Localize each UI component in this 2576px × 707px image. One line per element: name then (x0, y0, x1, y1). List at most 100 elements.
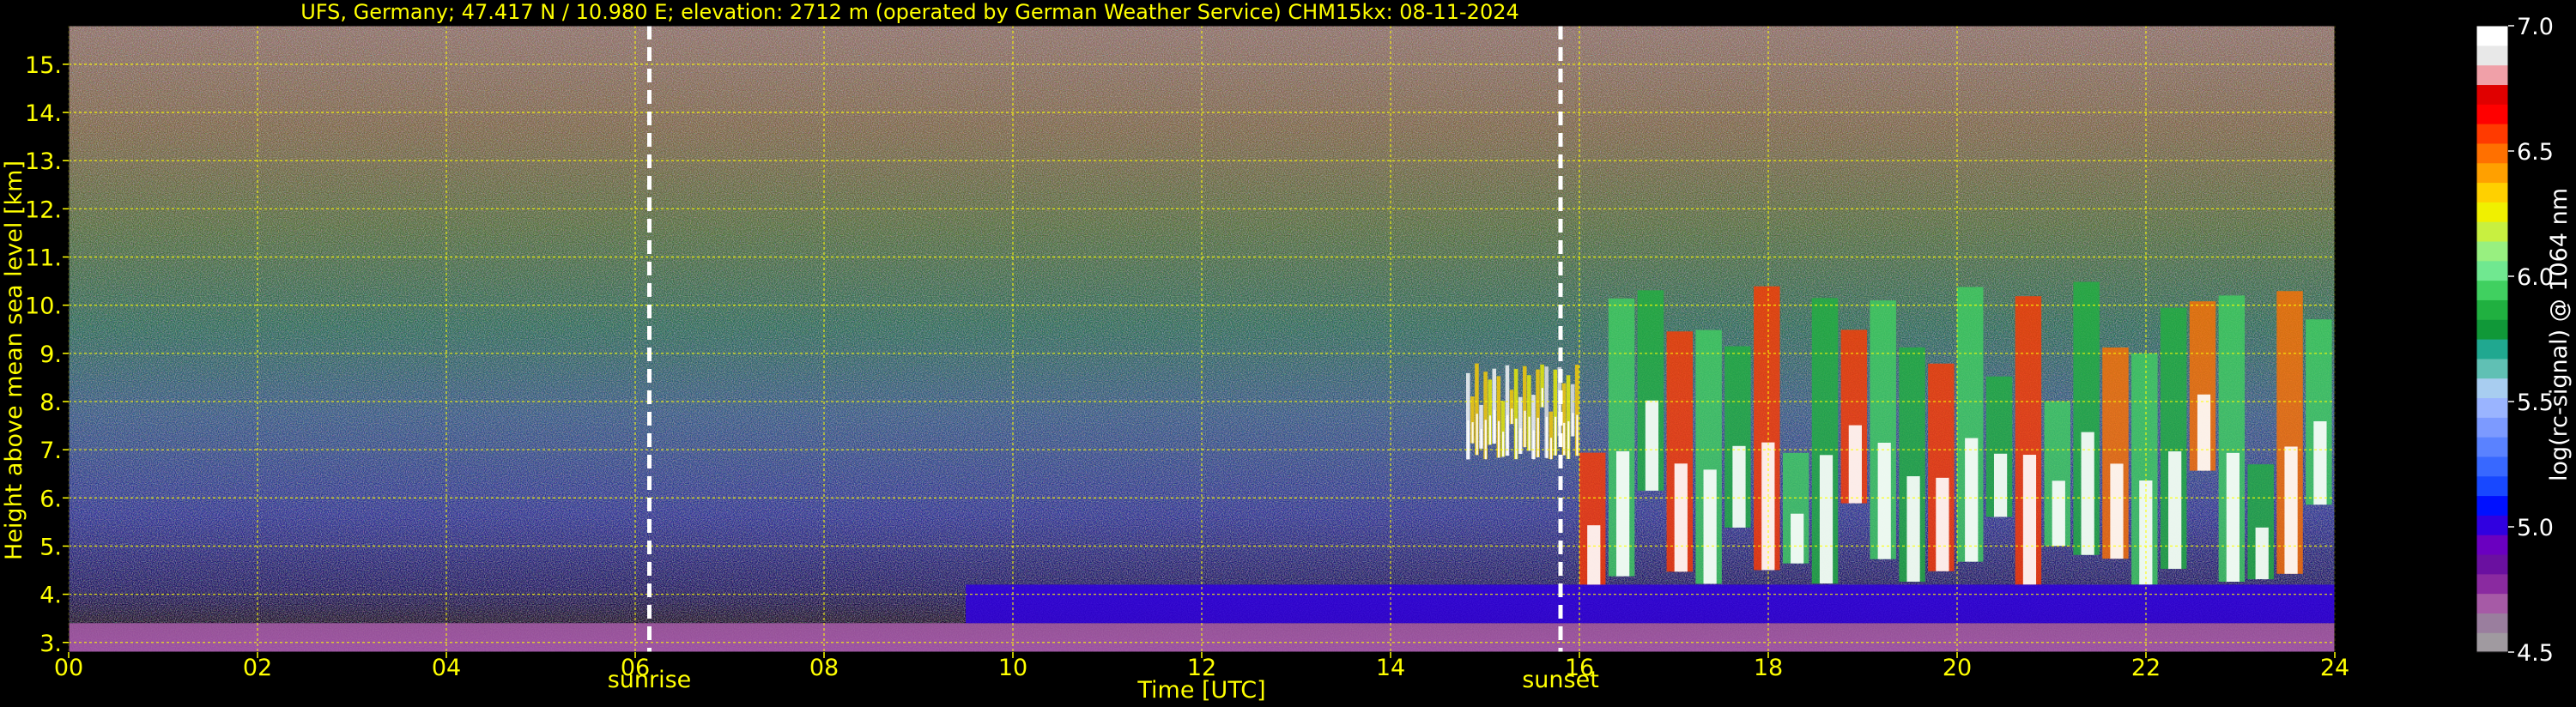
colorbar-swatch (2476, 358, 2508, 379)
colorbar-swatch (2476, 202, 2508, 222)
cloud-core (1674, 463, 1688, 572)
colorbar-swatch (2476, 339, 2508, 360)
colorbar-swatch (2476, 299, 2508, 320)
colorbar-swatch (2476, 280, 2508, 300)
colorbar-tick-label: 7.0 (2517, 14, 2554, 40)
x-tick-label: 02 (243, 655, 272, 681)
cloud-core (2081, 432, 2094, 555)
x-tick-label: 22 (2131, 655, 2161, 681)
cloud-core (1537, 417, 1539, 457)
cloud-core (1819, 455, 1834, 584)
colorbar-label: log(rc-signal) @ 1064 nm (2546, 188, 2573, 481)
cloud-core (1587, 525, 1601, 585)
y-tick-label: 9. (39, 341, 62, 368)
colorbar-tick-label: 5.0 (2517, 515, 2554, 541)
cloud-core (1501, 432, 1505, 457)
cloud-core (1545, 416, 1549, 458)
colorbar-tick-label: 6.5 (2517, 139, 2554, 166)
lidar-chart: sunrise sunset 00 02 04 06 08 10 12 14 16 18 20 22 24… (1, 0, 2573, 704)
colorbar-swatch (2476, 573, 2508, 595)
colorbar-swatch (2476, 632, 2508, 653)
colorbar-swatch (2476, 475, 2508, 497)
y-axis-label: Height above mean sea level [km] (1, 160, 27, 560)
cloud-core (1541, 388, 1543, 408)
cloud-core (1554, 416, 1557, 456)
cloud-core (1615, 450, 1630, 577)
cloud-core (1936, 477, 1949, 571)
colorbar-swatch (2476, 26, 2508, 46)
colorbar-swatch (2476, 221, 2508, 242)
y-tick-label: 4. (39, 583, 62, 609)
cloud-core (1965, 438, 1979, 562)
x-tick-label: 06 (621, 655, 650, 681)
colorbar-swatch (2476, 45, 2508, 66)
y-tick-label: 14. (25, 100, 62, 127)
x-tick-label: 16 (1565, 655, 1594, 681)
x-tick-label: 24 (2320, 655, 2349, 681)
y-tick-label: 6. (39, 486, 62, 512)
colorbar-swatch (2476, 378, 2508, 399)
cloud-core (1906, 476, 1920, 582)
cloud-core (2168, 451, 2182, 569)
cloud-core (2110, 463, 2124, 559)
colorbar-swatch (2476, 593, 2508, 613)
x-axis-label: Time [UTC] (1136, 677, 1265, 704)
y-tick-label: 11. (25, 245, 62, 272)
cloud-core (2022, 455, 2037, 585)
x-tick-label: 00 (54, 655, 83, 681)
y-tick-label: 12. (25, 196, 62, 223)
colorbar-swatch (2476, 553, 2508, 575)
colorbar-swatch (2476, 613, 2508, 633)
signal-feature-surface-layer (69, 623, 2335, 652)
cloud-core (1476, 414, 1478, 456)
colorbar-swatch (2476, 437, 2508, 457)
x-tick-label: 18 (1754, 655, 1783, 681)
y-tick-label: 15. (25, 52, 62, 79)
y-tick-label: 3. (39, 631, 62, 657)
colorbar-swatch (2476, 64, 2508, 86)
cloud-core (1488, 415, 1492, 445)
cloud-core (1791, 513, 1804, 564)
x-tick-label: 10 (998, 655, 1027, 681)
chart-title: UFS, Germany; 47.417 N / 10.980 E; eleva… (300, 0, 1519, 24)
y-tick-label: 7. (39, 438, 62, 464)
colorbar-swatch (2476, 162, 2508, 184)
cloud-core (1848, 425, 1862, 504)
cloud-core (1732, 445, 1746, 528)
cloud-core (1493, 409, 1496, 444)
cloud-core (1515, 418, 1518, 460)
cloud-core (1511, 408, 1513, 425)
colorbar-swatch (2476, 515, 2508, 535)
cloud-core (2052, 480, 2065, 547)
cloud-core (1524, 410, 1526, 448)
colorbar-swatch (2476, 397, 2508, 418)
x-tick-label: 20 (1943, 655, 1972, 681)
cloud-core (1497, 420, 1500, 458)
cloud-core (1645, 400, 1659, 491)
colorbar-swatch (2476, 456, 2508, 477)
colorbar-swatch (2476, 104, 2508, 124)
signal-feature-boundary-layer (966, 584, 2335, 624)
colorbar-swatch (2476, 142, 2508, 164)
cloud-core (1567, 421, 1570, 459)
cloud-core (2255, 527, 2269, 580)
x-tick-label: 04 (432, 655, 461, 681)
cloud-core (2313, 421, 2327, 505)
cloud-core (1572, 413, 1574, 437)
colorbar-swatch (2476, 535, 2508, 555)
layer-band (966, 584, 2335, 624)
cloud-core (1467, 420, 1470, 460)
cloud-core (2197, 394, 2211, 471)
colorbar-swatch (2476, 260, 2508, 281)
cloud-core (1532, 430, 1535, 460)
colorbar: 4.55.05.56.06.57.0 (2476, 14, 2554, 667)
x-tick-label: 14 (1376, 655, 1405, 681)
cloud-core (1528, 416, 1530, 451)
y-tick-label: 5. (39, 534, 62, 560)
cloud-core (1993, 453, 2008, 517)
colorbar-tick-label: 4.5 (2517, 640, 2554, 667)
colorbar-swatch (2476, 417, 2508, 438)
cloud-core (1480, 428, 1482, 449)
y-tick-label: 10. (25, 293, 62, 320)
cloud-core (1471, 422, 1474, 444)
